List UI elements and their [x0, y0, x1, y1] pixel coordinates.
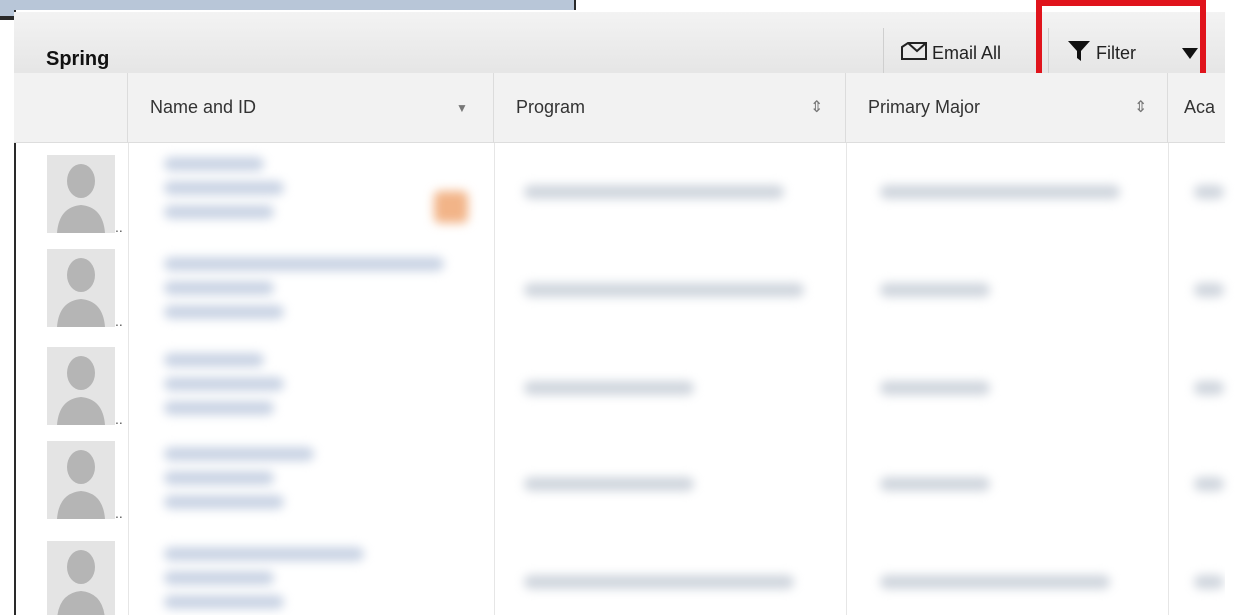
caret-down-icon [1181, 46, 1199, 65]
student-id [164, 181, 284, 195]
major-value [880, 477, 990, 491]
person-silhouette-icon [57, 164, 105, 233]
major-value [880, 575, 1110, 589]
major-value [880, 381, 990, 395]
column-avatar [14, 73, 128, 143]
column-label: Program [516, 97, 586, 117]
table-header: Name and ID ▼ Program ⇕ Primary Major ⇕ … [14, 73, 1225, 143]
filter-button[interactable]: Filter [1066, 40, 1136, 66]
program-value [524, 575, 794, 589]
program-value [524, 477, 694, 491]
student-name[interactable] [164, 447, 314, 461]
person-silhouette-icon [57, 450, 105, 519]
major-value [880, 283, 990, 297]
student-detail [164, 595, 284, 609]
table-row[interactable]: .. [14, 143, 1225, 239]
sort-icon[interactable]: ⇕ [810, 97, 823, 117]
avatar-ellipsis: .. [115, 313, 123, 329]
person-silhouette-icon [57, 258, 105, 327]
student-id [164, 471, 274, 485]
table-row[interactable]: .. [14, 527, 1225, 615]
student-id [164, 571, 274, 585]
academic-value [1194, 575, 1224, 589]
column-name-and-id[interactable]: Name and ID ▼ [128, 73, 494, 143]
avatar-ellipsis: .. [115, 505, 123, 521]
avatar[interactable] [47, 441, 115, 519]
student-detail [164, 495, 284, 509]
column-program[interactable]: Program ⇕ [494, 73, 846, 143]
person-silhouette-icon [57, 550, 105, 615]
column-primary-major[interactable]: Primary Major ⇕ [846, 73, 1168, 143]
major-value [880, 185, 1120, 199]
avatar[interactable] [47, 541, 115, 615]
student-name[interactable] [164, 257, 444, 271]
student-name[interactable] [164, 547, 364, 561]
sort-icon[interactable]: ⇕ [1134, 97, 1147, 117]
student-name[interactable] [164, 353, 264, 367]
filter-label: Filter [1096, 42, 1136, 63]
student-detail [164, 205, 274, 219]
student-id [164, 281, 274, 295]
column-label: Name and ID [150, 97, 257, 117]
academic-value [1194, 381, 1224, 395]
envelope-icon [900, 41, 928, 66]
avatar[interactable] [47, 249, 115, 327]
email-all-button[interactable]: Email All [900, 40, 1001, 66]
funnel-icon [1066, 38, 1092, 69]
avatar-ellipsis: .. [115, 411, 123, 427]
avatar-ellipsis: .. [115, 219, 123, 235]
student-detail [164, 401, 274, 415]
avatar-ellipsis: .. [115, 605, 123, 615]
column-label: Aca [1184, 97, 1216, 117]
avatar[interactable] [47, 155, 115, 233]
status-badge [434, 191, 468, 223]
program-value [524, 283, 804, 297]
table-row[interactable]: .. [14, 431, 1225, 527]
column-label: Primary Major [868, 97, 981, 117]
academic-value [1194, 283, 1224, 297]
toolbar-divider [1048, 28, 1049, 74]
academic-value [1194, 185, 1224, 199]
table-row[interactable]: .. [14, 239, 1225, 335]
program-value [524, 185, 784, 199]
student-detail [164, 305, 284, 319]
email-all-label: Email All [932, 42, 1002, 63]
student-id [164, 377, 284, 391]
toolbar-divider [883, 28, 884, 74]
academic-value [1194, 477, 1224, 491]
panel-title: Spring [46, 48, 110, 70]
sort-down-icon[interactable]: ▼ [456, 101, 468, 115]
person-silhouette-icon [57, 356, 105, 425]
program-value [524, 381, 694, 395]
column-academic[interactable]: Aca [1168, 73, 1239, 143]
avatar[interactable] [47, 347, 115, 425]
table-row[interactable]: .. [14, 335, 1225, 431]
window-border-left [0, 18, 14, 20]
filter-dropdown-toggle[interactable] [1178, 43, 1202, 67]
student-name[interactable] [164, 157, 264, 171]
